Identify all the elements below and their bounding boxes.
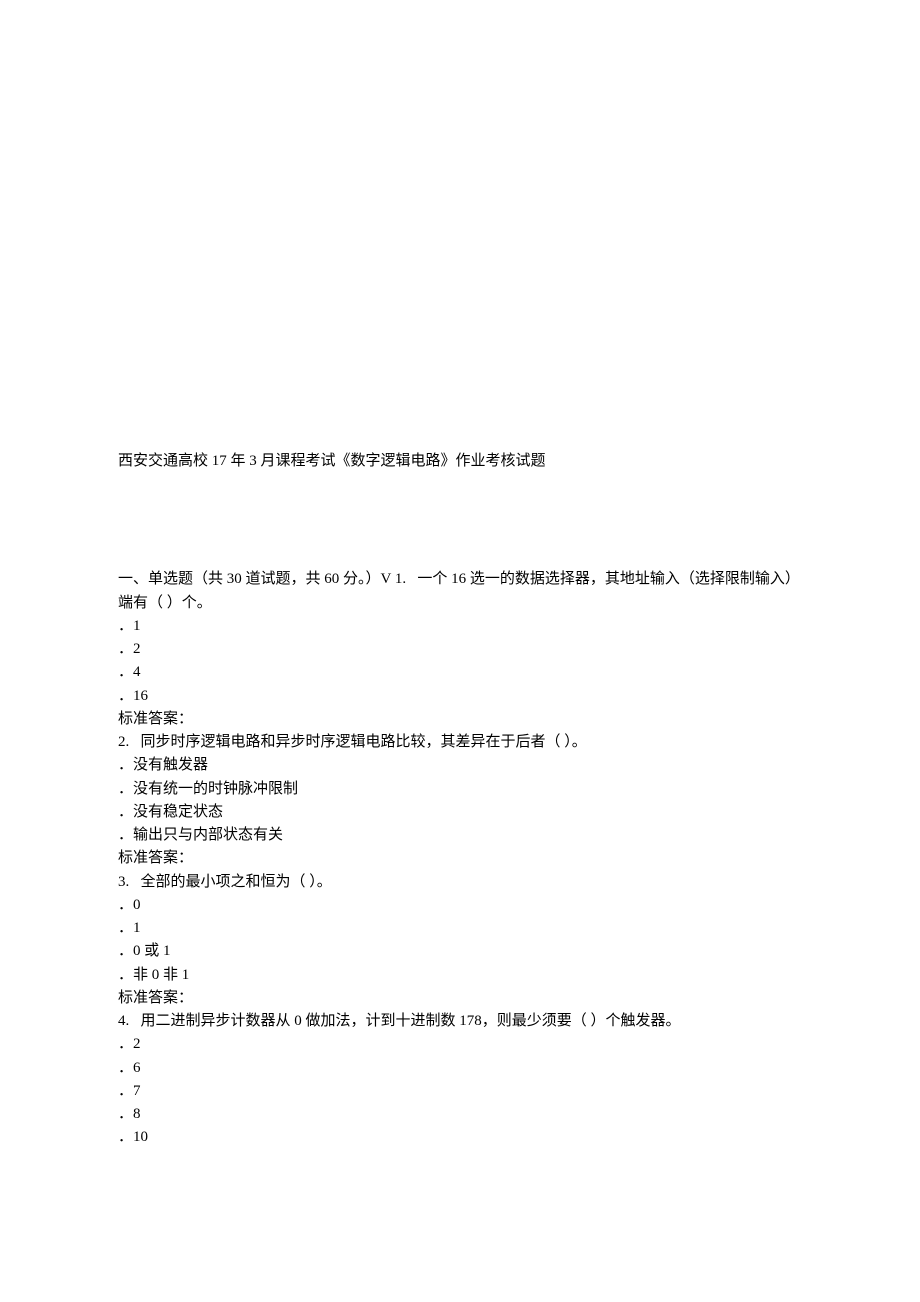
q4-option-e: ．10 [118, 1126, 802, 1149]
page-content: 西安交通高校 17 年 3 月课程考试《数字逻辑电路》作业考核试题 一、单选题（… [0, 0, 920, 1150]
q3-option-a: ．0 [118, 894, 802, 917]
q4-option-b: ．6 [118, 1057, 802, 1080]
q2-answer-label: 标准答案： [118, 847, 802, 870]
q3-answer-label: 标准答案： [118, 987, 802, 1010]
q3-option-c: ．0 或 1 [118, 940, 802, 963]
q4-stem: 4. 用二进制异步计数器从 0 做加法，计到十进制数 178，则最少须要（ ）个… [118, 1010, 802, 1033]
section-intro: 一、单选题（共 30 道试题，共 60 分。）V 1. 一个 16 选一的数据选… [118, 568, 802, 615]
q1-option-d: ．16 [118, 685, 802, 708]
q4-option-c: ．7 [118, 1080, 802, 1103]
q1-option-a: ．1 [118, 615, 802, 638]
q2-stem: 2. 同步时序逻辑电路和异步时序逻辑电路比较，其差异在于后者（ ）。 [118, 731, 802, 754]
q3-stem: 3. 全部的最小项之和恒为（ ）。 [118, 871, 802, 894]
q3-option-b: ．1 [118, 917, 802, 940]
q2-option-b: ．没有统一的时钟脉冲限制 [118, 778, 802, 801]
q2-option-d: ．输出只与内部状态有关 [118, 824, 802, 847]
q2-option-c: ．没有稳定状态 [118, 801, 802, 824]
q1-answer-label: 标准答案： [118, 708, 802, 731]
q4-option-d: ．8 [118, 1103, 802, 1126]
q1-option-c: ．4 [118, 661, 802, 684]
q3-option-d: ．非 0 非 1 [118, 964, 802, 987]
q2-option-a: ．没有触发器 [118, 754, 802, 777]
q1-option-b: ．2 [118, 638, 802, 661]
q4-option-a: ．2 [118, 1033, 802, 1056]
document-title: 西安交通高校 17 年 3 月课程考试《数字逻辑电路》作业考核试题 [118, 450, 802, 473]
